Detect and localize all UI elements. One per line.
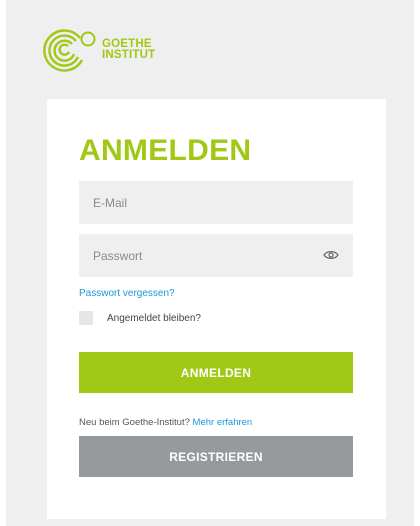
- email-field[interactable]: [79, 181, 353, 224]
- password-field[interactable]: [79, 234, 353, 277]
- goethe-logo-icon: [43, 29, 96, 72]
- forgot-password-link[interactable]: Passwort vergessen?: [79, 288, 175, 299]
- login-button[interactable]: ANMELDEN: [79, 352, 353, 393]
- register-button[interactable]: REGISTRIEREN: [79, 436, 353, 477]
- new-user-prompt: Neu beim Goethe-Institut?: [79, 417, 190, 428]
- login-card: ANMELDEN Passwort vergessen? Angemeldet …: [47, 99, 386, 519]
- learn-more-link[interactable]: Mehr erfahren: [193, 417, 253, 428]
- remember-me-label: Angemeldet bleiben?: [107, 313, 201, 324]
- remember-me-checkbox[interactable]: [79, 311, 93, 325]
- page-title: ANMELDEN: [79, 134, 252, 167]
- new-user-text: Neu beim Goethe-Institut? Mehr erfahren: [79, 417, 252, 428]
- page-background: GOETHE INSTITUT ANMELDEN Passwort verges…: [6, 0, 414, 526]
- logo-line-2: INSTITUT: [102, 49, 156, 61]
- eye-icon[interactable]: [323, 249, 339, 261]
- logo-wordmark: GOETHE INSTITUT: [102, 38, 156, 61]
